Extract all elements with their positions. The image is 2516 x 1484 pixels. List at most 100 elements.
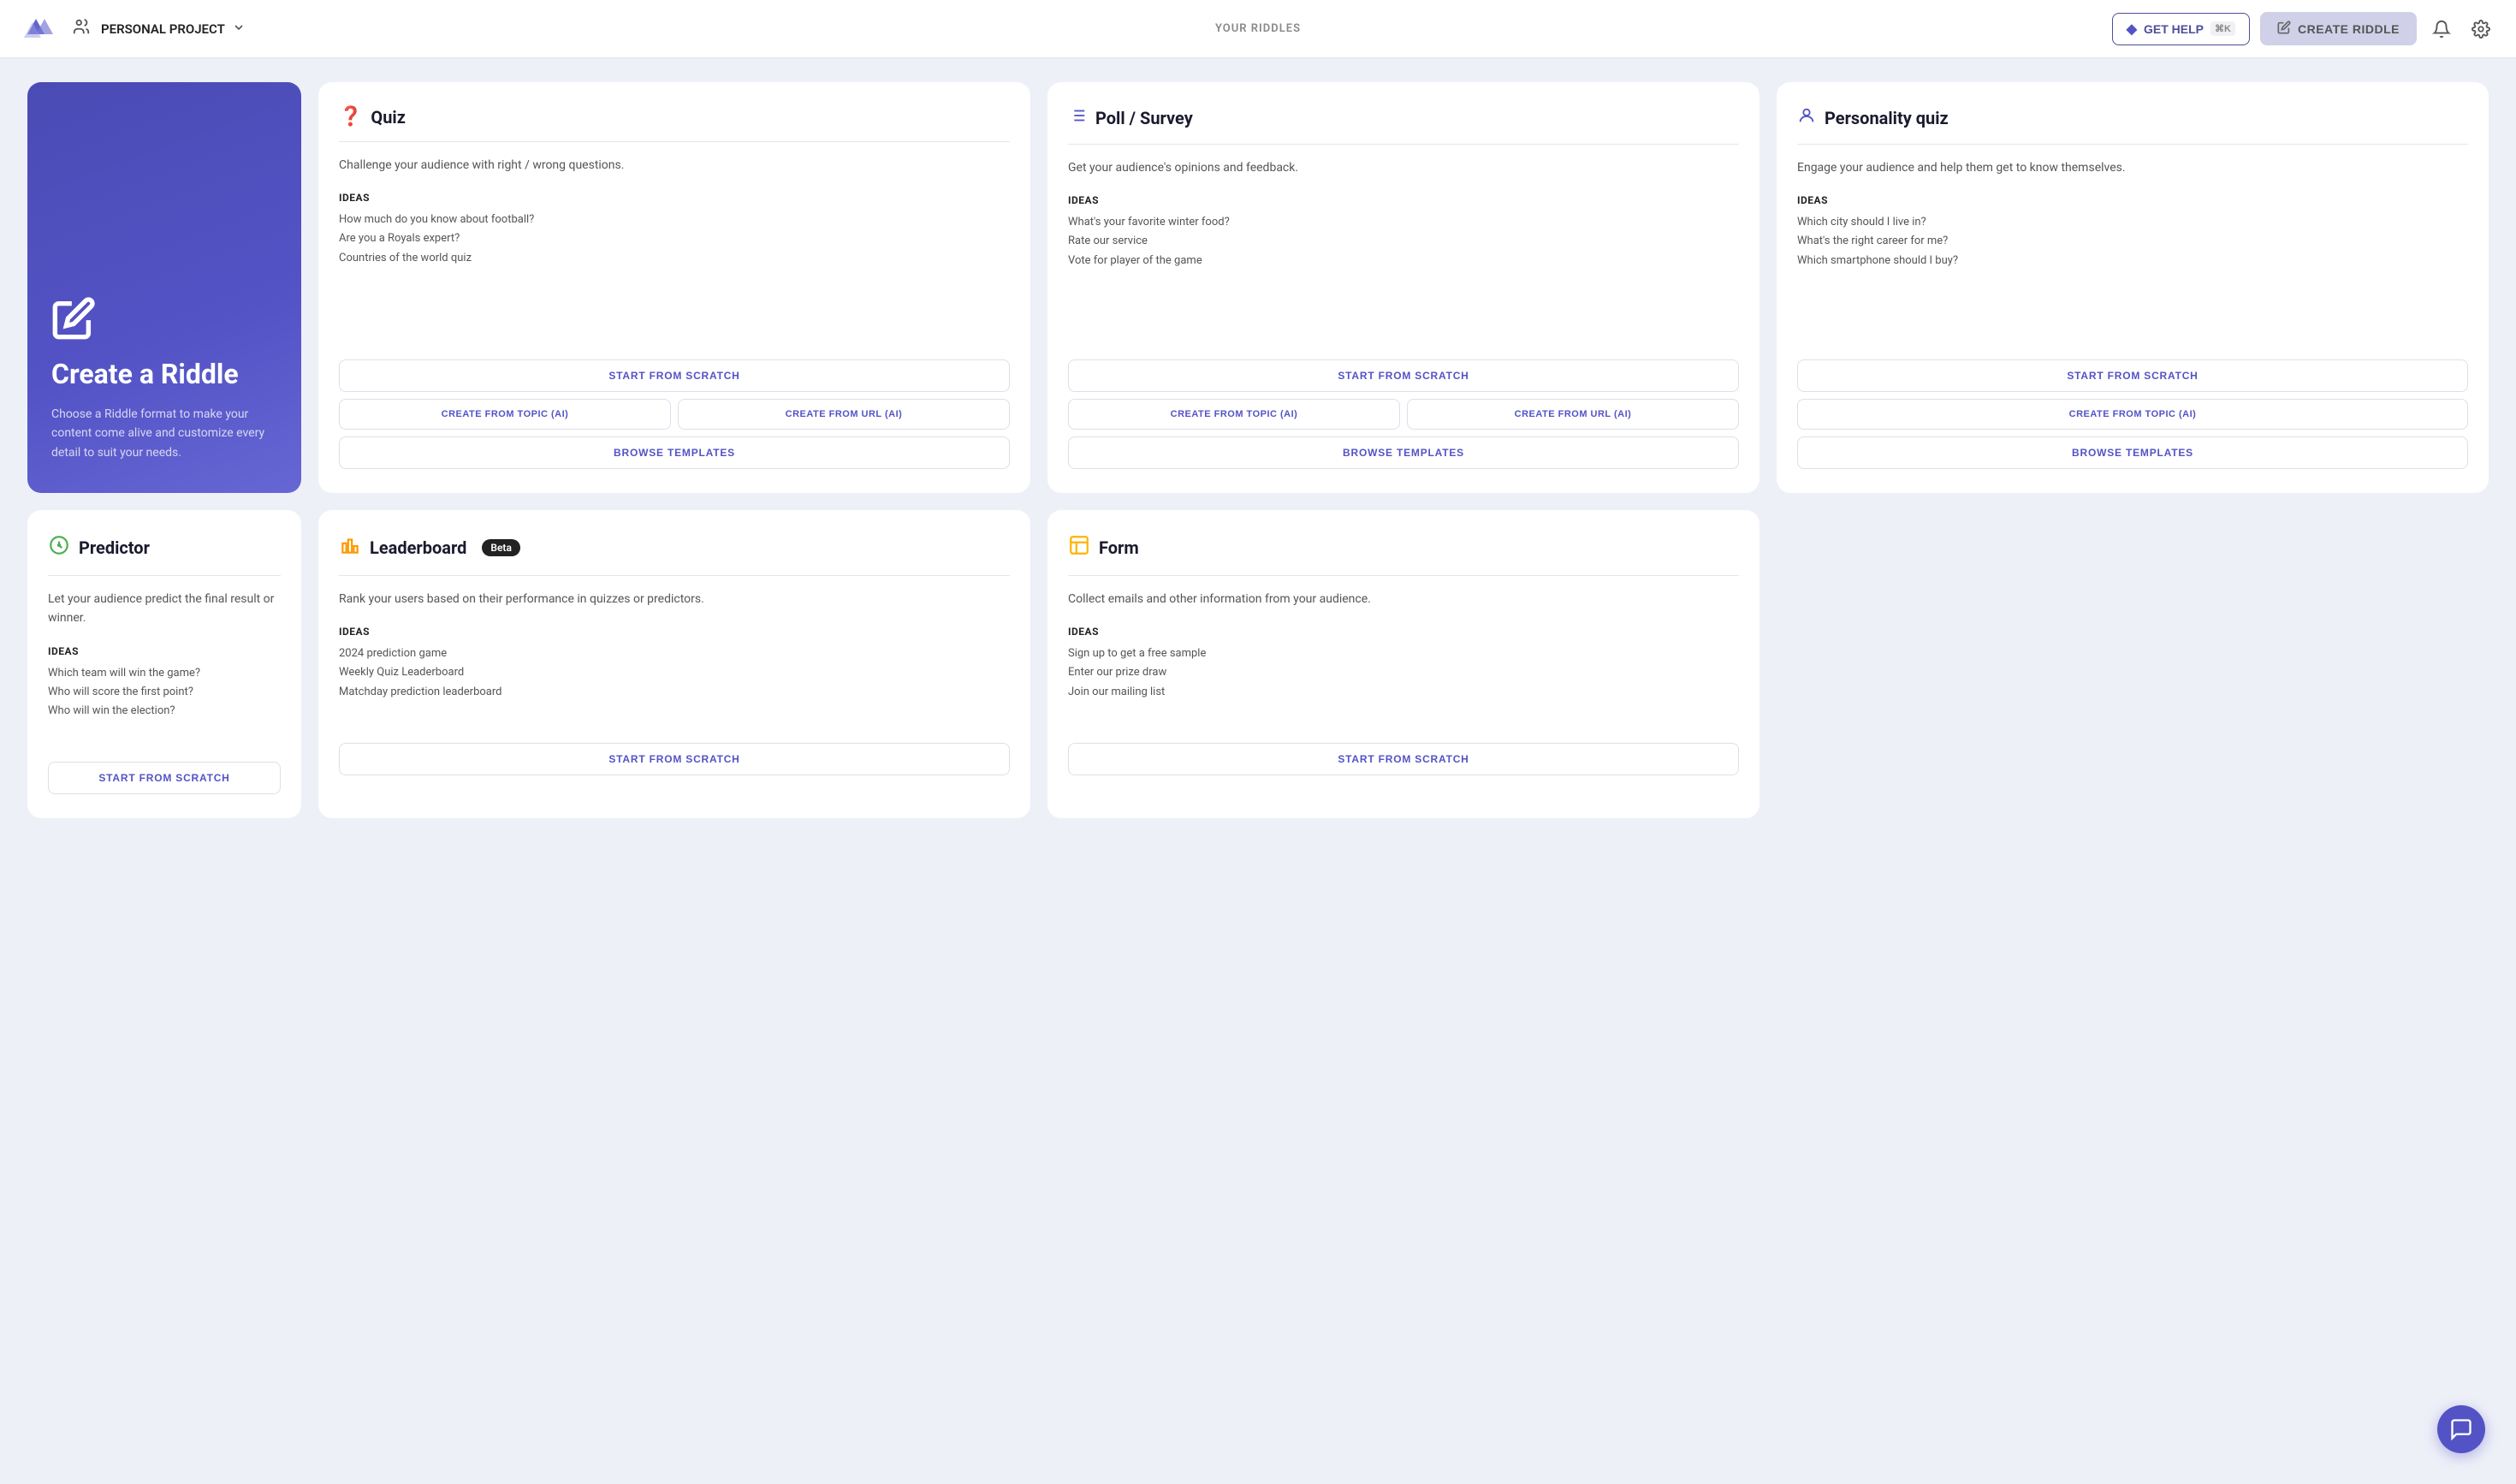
hero-description: Choose a Riddle format to make your cont… <box>51 405 277 462</box>
project-selector[interactable]: PERSONAL PROJECT <box>101 21 246 38</box>
bottom-grid: Predictor Let your audience predict the … <box>27 510 2489 818</box>
personality-icon <box>1797 106 1816 130</box>
shortcut-badge: ⌘K <box>2210 21 2235 36</box>
quiz-title: Quiz <box>371 107 405 128</box>
poll-idea-2: Rate our service <box>1068 232 1739 251</box>
predictor-ideas-label: IDEAS <box>48 645 281 657</box>
leaderboard-start-scratch-button[interactable]: START FROM SCRATCH <box>339 743 1010 775</box>
people-icon <box>72 17 91 40</box>
personality-card-header: Personality quiz <box>1797 106 2468 145</box>
poll-ideas-label: IDEAS <box>1068 194 1739 206</box>
poll-idea-1: What's your favorite winter food? <box>1068 213 1739 232</box>
personality-start-scratch-button[interactable]: START FROM SCRATCH <box>1797 359 2468 392</box>
nav-title: YOUR RIDDLES <box>1215 22 1301 35</box>
predictor-title: Predictor <box>79 537 150 558</box>
get-help-label: GET HELP <box>2144 22 2204 36</box>
personality-title: Personality quiz <box>1825 108 1949 128</box>
personality-templates-button[interactable]: BROWSE TEMPLATES <box>1797 436 2468 469</box>
poll-templates-button[interactable]: BROWSE TEMPLATES <box>1068 436 1739 469</box>
quiz-idea-1: How much do you know about football? <box>339 211 1010 229</box>
quiz-start-scratch-button[interactable]: START FROM SCRATCH <box>339 359 1010 392</box>
form-start-scratch-button[interactable]: START FROM SCRATCH <box>1068 743 1739 775</box>
help-diamond-icon: ◆ <box>2127 21 2137 38</box>
predictor-card-header: Predictor <box>48 534 281 576</box>
project-label: PERSONAL PROJECT <box>101 21 225 37</box>
quiz-ai-buttons: CREATE FROM TOPIC (AI) CREATE FROM URL (… <box>339 399 1010 430</box>
navbar-center: YOUR RIDDLES <box>1215 22 1301 35</box>
leaderboard-ideas-label: IDEAS <box>339 626 1010 638</box>
leaderboard-actions: START FROM SCRATCH <box>339 743 1010 775</box>
form-ideas-list: Sign up to get a free sample Enter our p… <box>1068 644 1739 701</box>
chat-fab-button[interactable] <box>2437 1405 2485 1453</box>
predictor-description: Let your audience predict the final resu… <box>48 590 281 628</box>
predictor-idea-3: Who will win the election? <box>48 702 281 721</box>
top-grid: Create a Riddle Choose a Riddle format t… <box>27 82 2489 493</box>
form-actions: START FROM SCRATCH <box>1068 743 1739 775</box>
poll-description: Get your audience's opinions and feedbac… <box>1068 158 1739 177</box>
hero-title: Create a Riddle <box>51 358 277 390</box>
navbar-right: ◆ GET HELP ⌘K CREATE RIDDLE <box>2112 12 2495 45</box>
quiz-topic-ai-button[interactable]: CREATE FROM TOPIC (AI) <box>339 399 671 430</box>
form-icon <box>1068 534 1090 561</box>
logo[interactable] <box>21 10 62 48</box>
leaderboard-idea-3: Matchday prediction leaderboard <box>339 683 1010 702</box>
quiz-ideas-label: IDEAS <box>339 192 1010 204</box>
personality-idea-1: Which city should I live in? <box>1797 213 2468 232</box>
form-title: Form <box>1099 537 1139 558</box>
create-riddle-label: CREATE RIDDLE <box>2298 22 2400 36</box>
navbar-left: PERSONAL PROJECT <box>21 10 246 48</box>
poll-card-header: Poll / Survey <box>1068 106 1739 145</box>
quiz-idea-2: Are you a Royals expert? <box>339 229 1010 248</box>
form-idea-3: Join our mailing list <box>1068 683 1739 702</box>
leaderboard-title: Leaderboard <box>370 537 466 558</box>
personality-topic-ai-button[interactable]: CREATE FROM TOPIC (AI) <box>1797 399 2468 430</box>
poll-ideas-list: What's your favorite winter food? Rate o… <box>1068 213 1739 270</box>
personality-actions: START FROM SCRATCH CREATE FROM TOPIC (AI… <box>1797 359 2468 469</box>
hero-card[interactable]: Create a Riddle Choose a Riddle format t… <box>27 82 301 493</box>
poll-icon <box>1068 106 1087 130</box>
form-idea-2: Enter our prize draw <box>1068 663 1739 682</box>
personality-ideas-label: IDEAS <box>1797 194 2468 206</box>
quiz-actions: START FROM SCRATCH CREATE FROM TOPIC (AI… <box>339 359 1010 469</box>
quiz-icon: ❓ <box>339 106 362 128</box>
predictor-idea-2: Who will score the first point? <box>48 683 281 702</box>
poll-url-ai-button[interactable]: CREATE FROM URL (AI) <box>1407 399 1739 430</box>
predictor-actions: START FROM SCRATCH <box>48 762 281 794</box>
quiz-idea-3: Countries of the world quiz <box>339 249 1010 268</box>
predictor-ideas-list: Which team will win the game? Who will s… <box>48 664 281 721</box>
create-riddle-button[interactable]: CREATE RIDDLE <box>2260 12 2417 45</box>
navbar: PERSONAL PROJECT YOUR RIDDLES ◆ GET HELP… <box>0 0 2516 58</box>
settings-button[interactable] <box>2466 15 2495 44</box>
quiz-templates-button[interactable]: BROWSE TEMPLATES <box>339 436 1010 469</box>
leaderboard-icon <box>339 534 361 561</box>
form-card-header: Form <box>1068 534 1739 576</box>
poll-ai-buttons: CREATE FROM TOPIC (AI) CREATE FROM URL (… <box>1068 399 1739 430</box>
beta-badge: Beta <box>482 539 520 556</box>
leaderboard-description: Rank your users based on their performan… <box>339 590 1010 608</box>
form-card: Form Collect emails and other informatio… <box>1047 510 1759 818</box>
poll-title: Poll / Survey <box>1095 108 1193 128</box>
notification-button[interactable] <box>2427 15 2456 44</box>
form-idea-1: Sign up to get a free sample <box>1068 644 1739 663</box>
personality-description: Engage your audience and help them get t… <box>1797 158 2468 177</box>
poll-topic-ai-button[interactable]: CREATE FROM TOPIC (AI) <box>1068 399 1400 430</box>
poll-idea-3: Vote for player of the game <box>1068 252 1739 270</box>
edit-icon <box>2277 21 2291 37</box>
quiz-url-ai-button[interactable]: CREATE FROM URL (AI) <box>678 399 1010 430</box>
leaderboard-idea-1: 2024 prediction game <box>339 644 1010 663</box>
leaderboard-card-header: Leaderboard Beta <box>339 534 1010 576</box>
poll-card: Poll / Survey Get your audience's opinio… <box>1047 82 1759 493</box>
predictor-icon <box>48 534 70 561</box>
predictor-start-scratch-button[interactable]: START FROM SCRATCH <box>48 762 281 794</box>
leaderboard-ideas-list: 2024 prediction game Weekly Quiz Leaderb… <box>339 644 1010 701</box>
quiz-ideas-list: How much do you know about football? Are… <box>339 211 1010 267</box>
main-content: Create a Riddle Choose a Riddle format t… <box>0 58 2516 842</box>
personality-idea-3: Which smartphone should I buy? <box>1797 252 2468 270</box>
poll-start-scratch-button[interactable]: START FROM SCRATCH <box>1068 359 1739 392</box>
leaderboard-idea-2: Weekly Quiz Leaderboard <box>339 663 1010 682</box>
get-help-button[interactable]: ◆ GET HELP ⌘K <box>2112 13 2250 45</box>
quiz-card-header: ❓ Quiz <box>339 106 1010 142</box>
personality-ideas-list: Which city should I live in? What's the … <box>1797 213 2468 270</box>
personality-idea-2: What's the right career for me? <box>1797 232 2468 251</box>
hero-icon <box>51 296 277 344</box>
